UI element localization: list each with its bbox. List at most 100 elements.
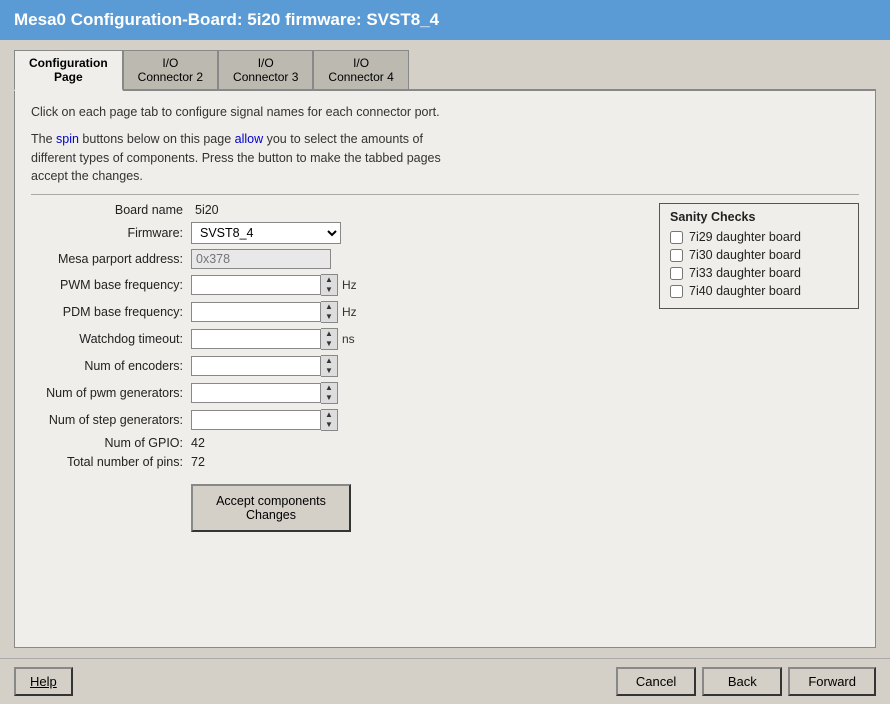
watchdog-up[interactable]: ▲ [321, 329, 337, 339]
info-text-2: The spin buttons below on this page allo… [31, 130, 859, 186]
pdm-base-row: PDM base frequency: 6000 ▲ ▼ Hz [31, 301, 639, 323]
sanity-item-0: 7i29 daughter board [670, 230, 848, 244]
pwm-gen-label: Num of pwm generators: [31, 386, 191, 400]
pwm-base-spin-wrapper: 20000 ▲ ▼ Hz [191, 274, 357, 296]
watchdog-input[interactable]: 10000000 [191, 329, 321, 349]
pwm-base-row: PWM base frequency: 20000 ▲ ▼ Hz [31, 274, 639, 296]
pwm-base-up[interactable]: ▲ [321, 275, 337, 285]
gpio-row: Num of GPIO: 42 [31, 436, 639, 450]
pdm-base-input[interactable]: 6000 [191, 302, 321, 322]
encoders-spinbtns: ▲ ▼ [321, 355, 338, 377]
pwm-gen-input[interactable]: 4 [191, 383, 321, 403]
pdm-base-label: PDM base frequency: [31, 305, 191, 319]
pdm-base-spin-wrapper: 6000 ▲ ▼ Hz [191, 301, 357, 323]
step-gen-up[interactable]: ▲ [321, 410, 337, 420]
pwm-base-unit: Hz [342, 278, 357, 292]
pdm-base-unit: Hz [342, 305, 357, 319]
watchdog-down[interactable]: ▼ [321, 339, 337, 349]
allow-word: allow [235, 132, 264, 146]
firmware-row: Firmware: SVST8_4 [31, 222, 639, 244]
sanity-checkbox-1[interactable] [670, 249, 683, 262]
pwm-base-label: PWM base frequency: [31, 278, 191, 292]
gpio-value: 42 [191, 436, 205, 450]
watchdog-spin-wrapper: 10000000 ▲ ▼ ns [191, 328, 355, 350]
footer-right: Cancel Back Forward [616, 667, 876, 696]
title-bar: Mesa0 Configuration-Board: 5i20 firmware… [0, 0, 890, 40]
main-area: ConfigurationPage I/OConnector 2 I/OConn… [0, 40, 890, 658]
watchdog-row: Watchdog timeout: 10000000 ▲ ▼ ns [31, 328, 639, 350]
right-panel: Sanity Checks 7i29 daughter board 7i30 d… [659, 203, 859, 537]
encoders-row: Num of encoders: 4 ▲ ▼ [31, 355, 639, 377]
encoders-up[interactable]: ▲ [321, 356, 337, 366]
forward-button[interactable]: Forward [788, 667, 876, 696]
total-pins-label: Total number of pins: [31, 455, 191, 469]
step-gen-spinbtns: ▲ ▼ [321, 409, 338, 431]
accept-button[interactable]: Accept components Changes [191, 484, 351, 532]
form-left: Board name 5i20 Firmware: SVST8_4 Mesa p… [31, 203, 639, 537]
encoders-label: Num of encoders: [31, 359, 191, 373]
pwm-gen-up[interactable]: ▲ [321, 383, 337, 393]
total-pins-value: 72 [191, 455, 205, 469]
tab-config[interactable]: ConfigurationPage [14, 50, 123, 91]
pwm-gen-spinbtns: ▲ ▼ [321, 382, 338, 404]
firmware-label: Firmware: [31, 226, 191, 240]
sanity-checkbox-2[interactable] [670, 267, 683, 280]
sanity-title: Sanity Checks [670, 210, 848, 224]
tab-io2[interactable]: I/OConnector 2 [123, 50, 218, 89]
sanity-item-1: 7i30 daughter board [670, 248, 848, 262]
parport-input[interactable] [191, 249, 331, 269]
pwm-gen-down[interactable]: ▼ [321, 393, 337, 403]
accept-btn-row: Accept components Changes [31, 474, 639, 532]
step-gen-input[interactable]: 3 [191, 410, 321, 430]
sanity-label-0: 7i29 daughter board [689, 230, 801, 244]
help-label: Help [30, 674, 57, 689]
cancel-button[interactable]: Cancel [616, 667, 696, 696]
tab-io3[interactable]: I/OConnector 3 [218, 50, 313, 89]
divider [31, 194, 859, 195]
sanity-item-3: 7i40 daughter board [670, 284, 848, 298]
pdm-base-up[interactable]: ▲ [321, 302, 337, 312]
pwm-base-spinbtns: ▲ ▼ [321, 274, 338, 296]
firmware-select[interactable]: SVST8_4 [191, 222, 341, 244]
watchdog-unit: ns [342, 332, 355, 346]
info-text-1: Click on each page tab to configure sign… [31, 103, 859, 122]
sanity-box: Sanity Checks 7i29 daughter board 7i30 d… [659, 203, 859, 309]
encoders-input[interactable]: 4 [191, 356, 321, 376]
pdm-base-spinbtns: ▲ ▼ [321, 301, 338, 323]
board-name-value: 5i20 [191, 203, 219, 217]
parport-label: Mesa parport address: [31, 252, 191, 266]
watchdog-label: Watchdog timeout: [31, 332, 191, 346]
step-gen-spin-wrapper: 3 ▲ ▼ [191, 409, 338, 431]
back-button[interactable]: Back [702, 667, 782, 696]
pdm-base-down[interactable]: ▼ [321, 312, 337, 322]
gpio-label: Num of GPIO: [31, 436, 191, 450]
sanity-item-2: 7i33 daughter board [670, 266, 848, 280]
parport-row: Mesa parport address: [31, 249, 639, 269]
title-text: Mesa0 Configuration-Board: 5i20 firmware… [14, 10, 439, 29]
sanity-label-2: 7i33 daughter board [689, 266, 801, 280]
sanity-label-3: 7i40 daughter board [689, 284, 801, 298]
step-gen-down[interactable]: ▼ [321, 420, 337, 430]
pwm-base-input[interactable]: 20000 [191, 275, 321, 295]
step-gen-label: Num of step generators: [31, 413, 191, 427]
sanity-checkbox-0[interactable] [670, 231, 683, 244]
tab-bar: ConfigurationPage I/OConnector 2 I/OConn… [14, 50, 876, 91]
sanity-label-1: 7i30 daughter board [689, 248, 801, 262]
pwm-base-down[interactable]: ▼ [321, 285, 337, 295]
form-area: Board name 5i20 Firmware: SVST8_4 Mesa p… [31, 203, 859, 537]
help-button[interactable]: Help [14, 667, 73, 696]
encoders-spin-wrapper: 4 ▲ ▼ [191, 355, 338, 377]
step-gen-row: Num of step generators: 3 ▲ ▼ [31, 409, 639, 431]
spin-word: spin [56, 132, 79, 146]
board-name-row: Board name 5i20 [31, 203, 639, 217]
watchdog-spinbtns: ▲ ▼ [321, 328, 338, 350]
footer: Help Cancel Back Forward [0, 658, 890, 704]
pwm-gen-row: Num of pwm generators: 4 ▲ ▼ [31, 382, 639, 404]
board-name-label: Board name [31, 203, 191, 217]
sanity-checkbox-3[interactable] [670, 285, 683, 298]
encoders-down[interactable]: ▼ [321, 366, 337, 376]
content-panel: Click on each page tab to configure sign… [14, 91, 876, 648]
tab-io4[interactable]: I/OConnector 4 [313, 50, 408, 89]
firmware-select-wrapper[interactable]: SVST8_4 [191, 222, 341, 244]
pwm-gen-spin-wrapper: 4 ▲ ▼ [191, 382, 338, 404]
